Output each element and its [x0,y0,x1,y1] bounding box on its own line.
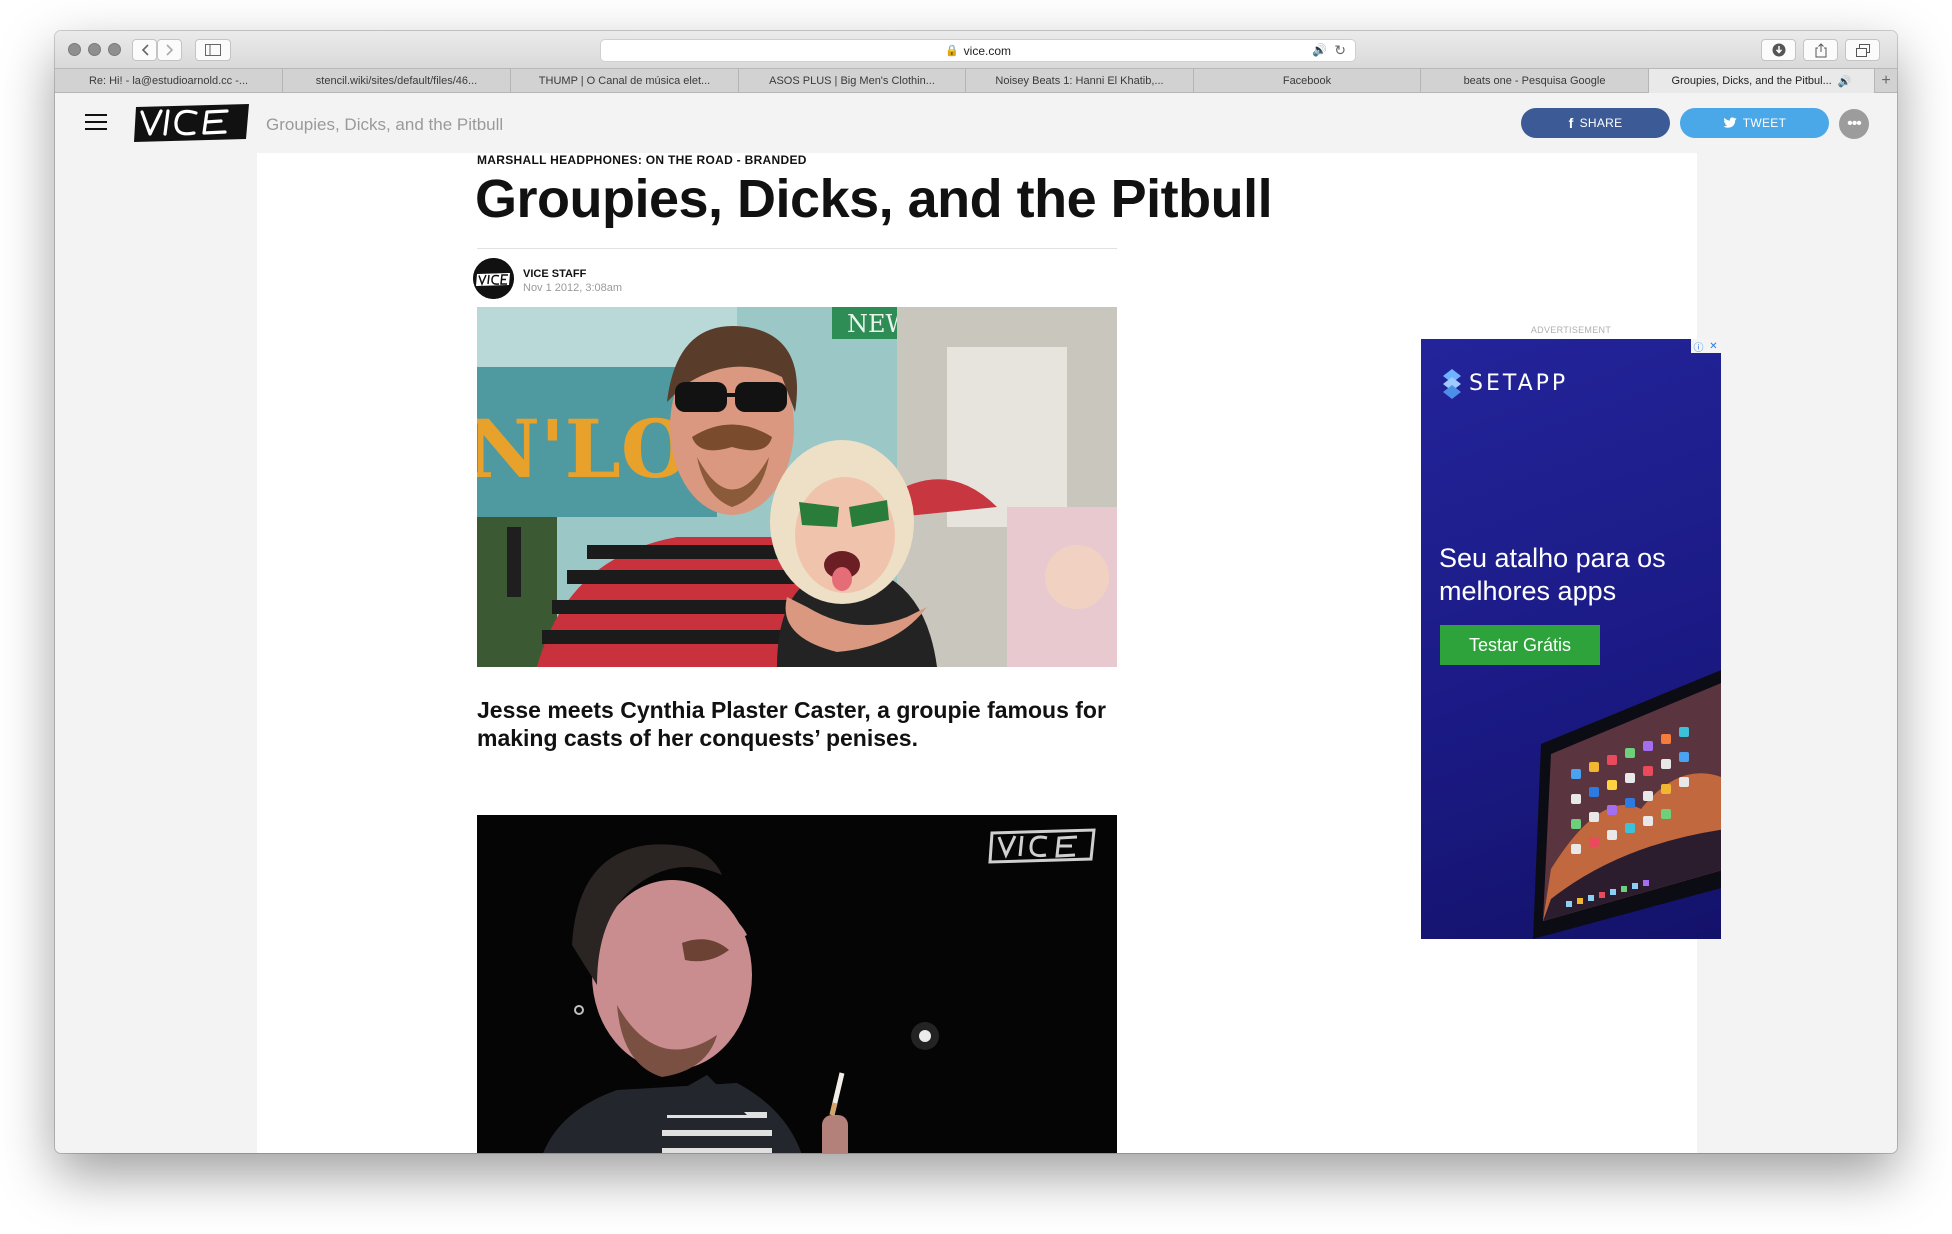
plus-icon: + [1881,71,1891,89]
ad-choices[interactable]: ⓘ ✕ [1691,339,1721,354]
header-page-title: Groupies, Dicks, and the Pitbull [266,115,504,134]
tab-label: beats one - Pesquisa Google [1463,75,1606,87]
ad-close-icon[interactable]: ✕ [1706,339,1721,353]
author-name[interactable]: VICE STAFF [523,268,586,280]
tab-label: Noisey Beats 1: Hanni El Khatib,... [995,75,1164,87]
tweet-label: TWEET [1742,116,1787,130]
article-kicker[interactable]: MARSHALL HEADPHONES: ON THE ROAD - BRAND… [477,153,807,167]
article-lead-photo: N'LOC NEWS [477,307,1117,667]
site-header: Groupies, Dicks, and the Pitbull f SHARE… [55,93,1897,153]
advertisement-label: ADVERTISEMENT [1530,325,1612,335]
vice-logo[interactable] [130,101,255,145]
tab-label: THUMP | O Canal de música elet... [538,75,711,87]
tab-google[interactable]: beats one - Pesquisa Google [1421,69,1649,93]
sidebar-icon [205,44,221,56]
tab-asos[interactable]: ASOS PLUS | Big Men's Clothin... [739,69,966,93]
twitter-bird-icon [1723,117,1737,128]
share-icon [1815,42,1826,57]
tab-stencil-wiki[interactable]: stencil.wiki/sites/default/files/46... [283,69,511,93]
sidebar-toggle-button[interactable] [195,39,231,61]
tab-label: Groupies, Dicks, and the Pitbul... [1671,75,1832,87]
tab-noisey[interactable]: Noisey Beats 1: Hanni El Khatib,... [966,69,1194,93]
share-page-button[interactable] [1803,39,1838,61]
share-label: SHARE [1579,116,1623,130]
tab-label: stencil.wiki/sites/default/files/46... [315,75,478,87]
more-options-button[interactable]: ••• [1839,109,1869,139]
ad-headline: Seu atalho para os melhores apps [1439,543,1666,606]
ad-cta-button[interactable]: Testar Grátis [1440,625,1600,665]
chevron-right-icon [165,44,173,56]
ellipsis-icon: ••• [1847,115,1862,132]
headline-divider [477,248,1117,249]
article-video-still[interactable] [477,815,1117,1153]
ad-brand: SETAPP [1469,371,1569,396]
reload-icon[interactable]: ↻ [1334,42,1346,59]
tab-thump[interactable]: THUMP | O Canal de música elet... [511,69,739,93]
facebook-icon: f [1568,115,1574,131]
setapp-ad[interactable]: ⓘ ✕ SETAPP Seu atalho para os melhores a… [1421,339,1721,939]
download-icon [1772,43,1785,57]
chevron-left-icon [141,44,149,56]
article-dek: Jesse meets Cynthia Plaster Caster, a gr… [477,697,1106,751]
article-page: MARSHALL HEADPHONES: ON THE ROAD - BRAND… [257,153,1721,1153]
setapp-logo-icon [1443,369,1461,399]
tabs-overview-button[interactable] [1845,39,1880,61]
speaker-icon[interactable]: 🔊 [1838,75,1852,88]
twitter-tweet-button[interactable]: TWEET [1680,108,1829,138]
new-tab-button[interactable]: + [1875,69,1897,92]
article-headline: Groupies, Dicks, and the Pitbull [475,169,1273,229]
tab-label: ASOS PLUS | Big Men's Clothin... [769,75,935,87]
tab-facebook[interactable]: Facebook [1194,69,1421,93]
tab-label: Facebook [1282,75,1332,87]
browser-toolbar: 🔒 vice.com 🔊 ↻ [55,31,1897,69]
speaker-icon[interactable]: 🔊 [1312,43,1327,57]
forward-button[interactable] [157,39,182,61]
lock-icon: 🔒 [944,45,959,57]
zoom-window-button[interactable] [108,43,121,56]
address-text: vice.com [963,43,1012,58]
facebook-share-button[interactable]: f SHARE [1521,108,1670,138]
back-button[interactable] [132,39,157,61]
tabs-icon [1855,43,1870,57]
tab-vice-active[interactable]: Groupies, Dicks, and the Pitbul... 🔊 [1649,69,1875,93]
address-bar[interactable]: 🔒 vice.com 🔊 ↻ [600,39,1356,62]
menu-icon[interactable] [85,114,107,130]
close-window-button[interactable] [68,43,81,56]
minimize-window-button[interactable] [88,43,101,56]
vice-avatar-logo [473,258,514,299]
browser-window: 🔒 vice.com 🔊 ↻ Re: Hi! - la@estudioarnol… [55,31,1897,1153]
tab-estudioarnold[interactable]: Re: Hi! - la@estudioarnold.cc -... [55,69,283,93]
article-date: Nov 1 2012, 3:08am [523,282,623,294]
tab-label: Re: Hi! - la@estudioarnold.cc -... [88,75,249,87]
laptop-illustration [1533,670,1721,939]
ad-info-icon[interactable]: ⓘ [1691,339,1706,354]
author-avatar[interactable] [473,258,514,299]
downloads-button[interactable] [1761,39,1796,61]
tab-bar: Re: Hi! - la@estudioarnold.cc -... stenc… [55,69,1897,93]
